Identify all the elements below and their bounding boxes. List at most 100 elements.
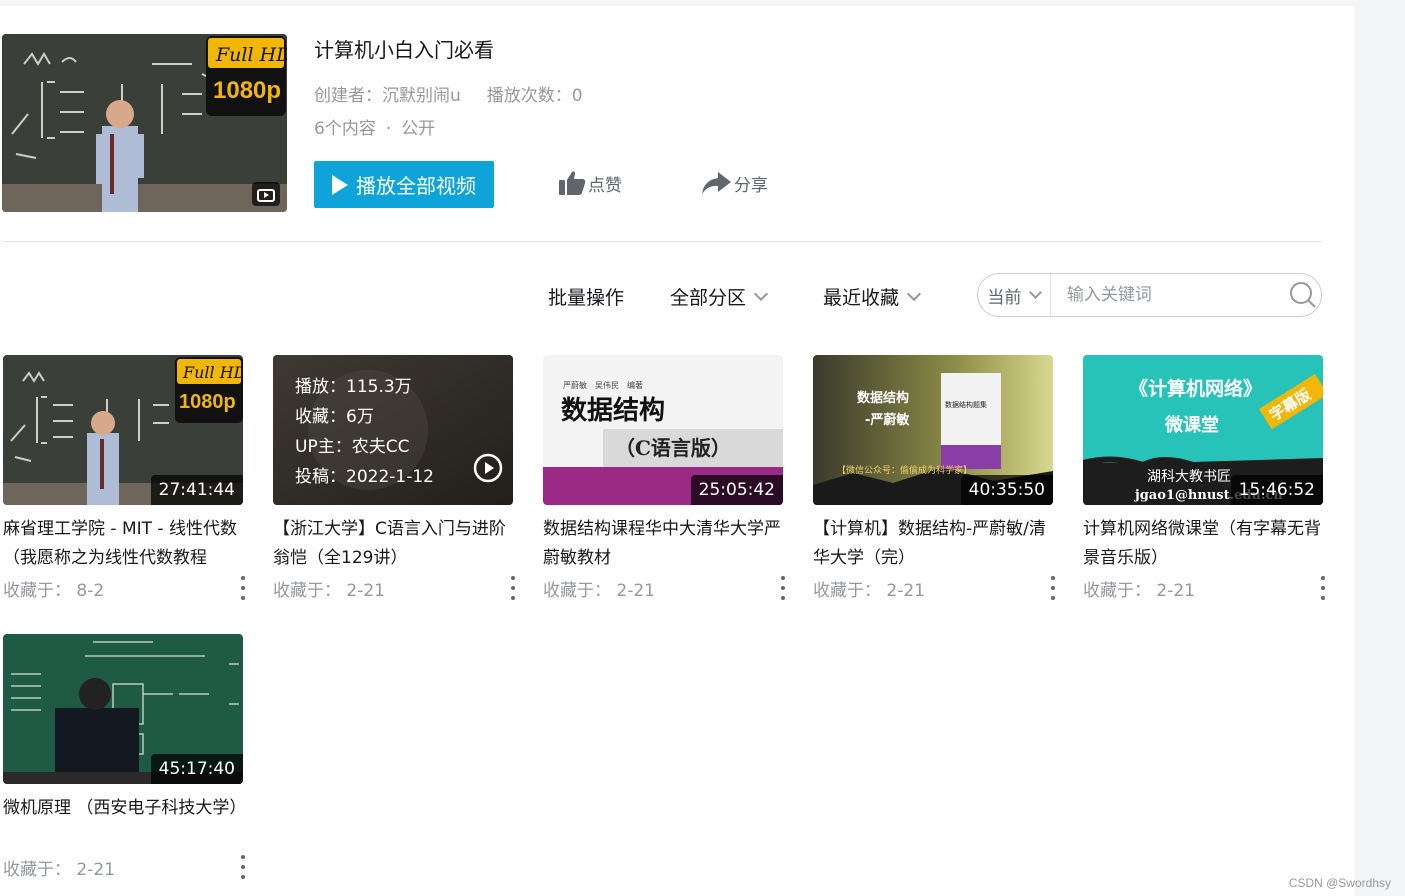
video-duration: 27:41:44 — [150, 475, 243, 505]
video-title[interactable]: 麻省理工学院 - MIT - 线性代数（我愿称之为线性代数教程 — [3, 515, 243, 573]
fav-date-value: 2-21 — [76, 859, 115, 880]
cover-subtitle: 微课堂 — [1164, 414, 1219, 436]
chevron-down-icon — [753, 286, 769, 301]
folder-title: 计算机小白入门必看 — [314, 38, 494, 62]
book-title: 数据结构题集 — [945, 400, 987, 409]
video-card[interactable]: 《计算机网络》 微课堂 字幕版 湖科大教书匠 jgao1@hnust.edu.c… — [1083, 355, 1325, 601]
fav-date: 收藏于： 8-2 — [3, 576, 104, 601]
play-all-button[interactable]: 播放全部视频 — [314, 161, 494, 208]
sort-label: 最近收藏 — [823, 287, 900, 309]
plays-count: 0 — [571, 86, 583, 106]
creator-name[interactable]: 沉默别闹u — [382, 86, 461, 106]
video-duration: 25:05:42 — [690, 475, 783, 505]
search-icon — [1290, 282, 1317, 308]
header-divider — [2, 241, 1322, 242]
share-button[interactable]: 分享 — [700, 170, 768, 196]
plays-label: 播放次数： — [486, 86, 572, 106]
more-options-icon[interactable] — [1047, 576, 1059, 600]
thumbs-up-icon — [559, 171, 586, 195]
play-icon — [332, 174, 348, 195]
video-thumbnail[interactable]: 《计算机网络》 微课堂 字幕版 湖科大教书匠 jgao1@hnust.edu.c… — [1083, 355, 1323, 505]
cover-subtitle: -严蔚敏 — [865, 412, 910, 428]
fav-date-value: 2-21 — [1156, 580, 1195, 601]
visibility-label: 公开 — [401, 119, 436, 139]
video-card[interactable]: 播放：115.3万 收藏：6万 UP主：农夫CC 投稿：2022-1-12 【浙… — [273, 355, 515, 601]
search-button[interactable] — [1286, 274, 1321, 316]
fav-label: 收藏于： — [3, 580, 71, 601]
video-title[interactable]: 微机原理 （西安电子科技大学） — [3, 794, 243, 852]
chevron-down-icon — [1029, 285, 1043, 299]
video-thumbnail[interactable]: 45:17:40 — [3, 634, 243, 784]
cover-title: 数据结构 — [561, 396, 665, 426]
sort-dropdown[interactable]: 最近收藏 — [823, 283, 922, 310]
content-count: 6个内容 — [314, 119, 376, 139]
video-thumbnail[interactable]: 数据结构 -严蔚敏 数据结构题集 【微信公众号：偷偷成为科学家】 40:35:5… — [813, 355, 1053, 505]
folder-stats: 6个内容 · 公开 — [314, 114, 435, 139]
scope-label: 当前 — [987, 287, 1022, 308]
video-title[interactable]: 【计算机】数据结构-严蔚敏/清华大学（完） — [813, 515, 1053, 573]
video-thumbnail[interactable]: 播放：115.3万 收藏：6万 UP主：农夫CC 投稿：2022-1-12 — [273, 355, 513, 505]
video-thumbnail[interactable]: Full HD 1080p 27:41:44 — [3, 355, 243, 505]
creator-label: 创建者： — [314, 86, 382, 106]
cover-footer-name: 湖科大教书匠 — [1147, 469, 1231, 485]
search-input[interactable] — [1050, 274, 1286, 316]
cover-title: 《计算机网络》 — [1129, 377, 1262, 400]
fav-date: 收藏于： 2-21 — [543, 576, 655, 601]
more-options-icon[interactable] — [237, 576, 249, 600]
chevron-down-icon — [906, 286, 922, 301]
like-button[interactable]: 点赞 — [558, 170, 622, 196]
cover-title: 数据结构 — [857, 390, 909, 406]
video-card[interactable]: 45:17:40 微机原理 （西安电子科技大学） 收藏于： 2-21 — [3, 634, 245, 880]
cover-authors: 严蔚敏 吴伟民 编著 — [563, 380, 643, 390]
fav-date-value: 2-21 — [346, 580, 385, 601]
separator: · — [385, 119, 392, 139]
batch-operation-button[interactable]: 批量操作 — [548, 283, 624, 310]
fav-date-value: 8-2 — [76, 580, 105, 601]
fav-label: 收藏于： — [543, 580, 611, 601]
video-title[interactable]: 【浙江大学】C语言入门与进阶 翁恺（全129讲） — [273, 515, 513, 573]
badge-top-text: Full HD — [182, 363, 243, 382]
fav-label: 收藏于： — [3, 859, 71, 880]
cover-subtitle: （C语言版） — [615, 436, 731, 460]
search-scope-dropdown[interactable]: 当前 — [978, 274, 1051, 316]
video-duration: 45:17:40 — [150, 754, 243, 784]
zone-label: 全部分区 — [670, 287, 747, 309]
fav-label: 收藏于： — [813, 580, 881, 601]
folder-meta: 创建者：沉默别闹u 播放次数：0 — [314, 81, 583, 106]
like-label: 点赞 — [588, 175, 622, 196]
watermark: CSDN @Swordhsy — [1288, 876, 1391, 890]
zone-dropdown[interactable]: 全部分区 — [670, 283, 769, 310]
hover-favs: 收藏：6万 — [295, 407, 374, 427]
search-box: 当前 — [977, 273, 1322, 317]
batch-label: 批量操作 — [548, 287, 625, 309]
video-card[interactable]: 严蔚敏 吴伟民 编著 数据结构 （C语言版） 25:05:42 数据结构课程华中… — [543, 355, 785, 601]
fav-label: 收藏于： — [1083, 580, 1151, 601]
fav-date: 收藏于： 2-21 — [1083, 576, 1195, 601]
share-icon — [702, 172, 731, 194]
folder-cover[interactable]: Full HD 1080p — [2, 34, 287, 212]
fav-date: 收藏于： 2-21 — [273, 576, 385, 601]
more-options-icon[interactable] — [1317, 576, 1329, 600]
video-title[interactable]: 计算机网络微课堂（有字幕无背景音乐版） — [1083, 515, 1323, 573]
more-options-icon[interactable] — [507, 576, 519, 600]
fav-date: 收藏于： 2-21 — [3, 855, 115, 880]
cover-badge-bottom-text: 1080p — [213, 77, 281, 104]
fav-date: 收藏于： 2-21 — [813, 576, 925, 601]
replay-icon[interactable] — [471, 451, 505, 485]
more-options-icon[interactable] — [777, 576, 789, 600]
hover-plays: 播放：115.3万 — [295, 377, 412, 397]
video-title[interactable]: 数据结构课程华中大清华大学严蔚敏教材 — [543, 515, 783, 573]
play-all-label: 播放全部视频 — [356, 174, 476, 198]
cover-footer: 【微信公众号：偷偷成为科学家】 — [837, 464, 972, 476]
video-card[interactable]: Full HD 1080p 27:41:44 麻省理工学院 - MIT - 线性… — [3, 355, 245, 601]
fav-date-value: 2-21 — [886, 580, 925, 601]
video-card[interactable]: 数据结构 -严蔚敏 数据结构题集 【微信公众号：偷偷成为科学家】 40:35:5… — [813, 355, 1055, 601]
video-duration: 40:35:50 — [960, 475, 1053, 505]
more-options-icon[interactable] — [237, 855, 249, 879]
video-duration: 15:46:52 — [1230, 475, 1323, 505]
badge-bottom-text: 1080p — [179, 391, 236, 413]
fav-date-value: 2-21 — [616, 580, 655, 601]
fav-label: 收藏于： — [273, 580, 341, 601]
share-label: 分享 — [734, 175, 768, 196]
video-thumbnail[interactable]: 严蔚敏 吴伟民 编著 数据结构 （C语言版） 25:05:42 — [543, 355, 783, 505]
